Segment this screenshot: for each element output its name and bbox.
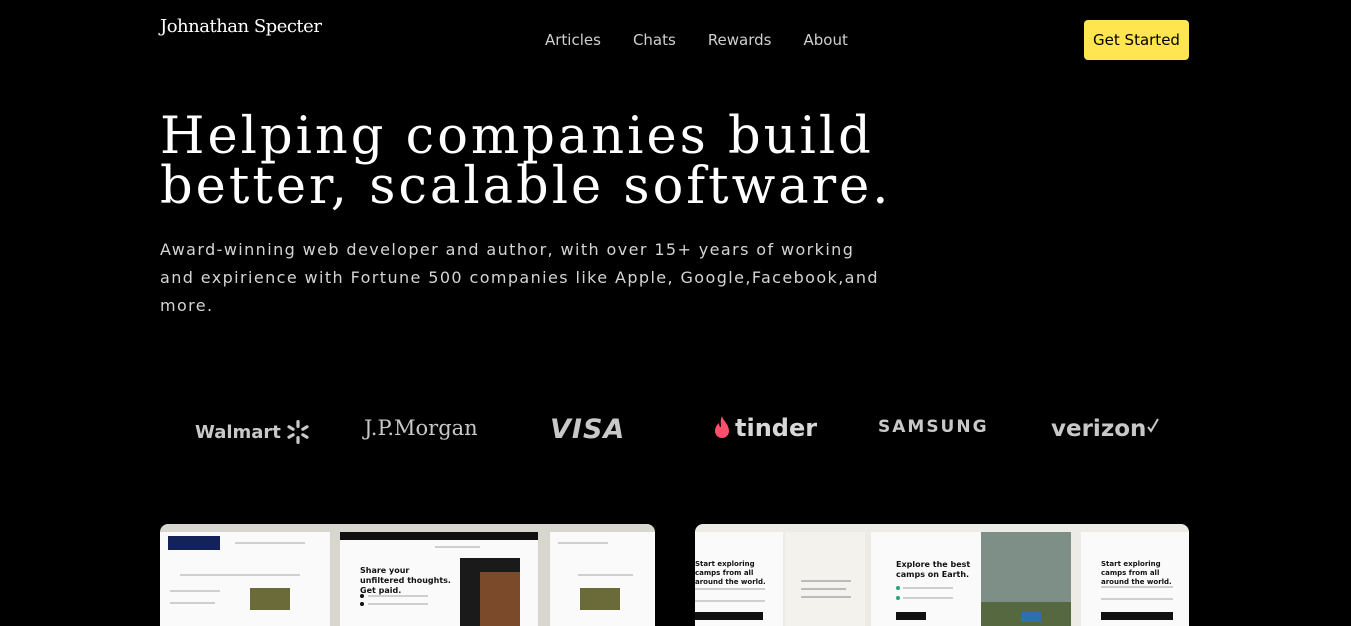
hero-subtitle: Award-winning web developer and author, … [160,240,879,315]
checkmark-icon [1147,418,1160,433]
main-nav: Articles Chats Rewards About [545,31,848,49]
project-left-headline: Share your unfiltered thoughts. Get paid… [360,566,451,595]
nav-chats[interactable]: Chats [633,31,676,49]
preview-panel-4: Start exploring camps from all around th… [695,532,783,626]
preview-panel-3 [550,532,655,626]
preview-panel-1 [160,532,330,626]
spark-icon [287,420,309,444]
visa-logo: VISA [550,414,626,445]
project-right-side-heading: Start exploring camps from all around th… [695,560,766,586]
preview-panel-7: Start exploring camps from all around th… [1081,532,1189,626]
nav-about[interactable]: About [804,31,848,49]
verizon-wordmark: verizon [1051,416,1147,442]
flame-icon [715,416,729,438]
hero-title-line-2: better, scalable software. [160,157,892,216]
project-card-left[interactable]: Share your unfiltered thoughts. Get paid… [160,524,655,626]
nav-articles[interactable]: Articles [545,31,601,49]
walmart-logo: Walmart [195,419,311,445]
project-card-right[interactable]: Start exploring camps from all around th… [695,524,1189,626]
project-right-side-heading-copy: Start exploring camps from all around th… [1101,560,1172,586]
brand-logo[interactable]: Johnathan Specter [160,16,322,37]
tinder-wordmark: tinder [735,414,818,442]
preview-panel-2: Share your unfiltered thoughts. Get paid… [340,532,538,626]
preview-panel-5 [785,532,865,626]
walmart-wordmark: Walmart [195,421,281,443]
tinder-logo: tinder [711,414,817,442]
jpmorgan-logo: J.P.Morgan [364,416,478,440]
preview-panel-6: Explore the best camps on Earth. [871,532,1071,626]
get-started-button[interactable]: Get Started [1084,20,1189,60]
hero-title: Helping companies build better, scalable… [160,111,920,212]
samsung-logo: SAMSUNG [878,417,989,437]
project-right-headline: Explore the best camps on Earth. [896,560,971,579]
nav-rewards[interactable]: Rewards [708,31,772,49]
verizon-logo: verizon [1051,416,1160,442]
